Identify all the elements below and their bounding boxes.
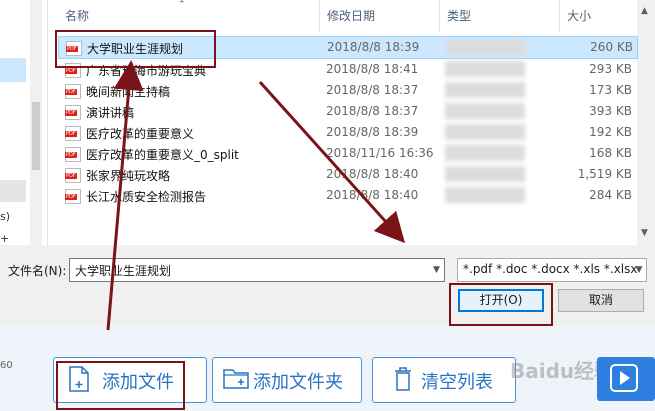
annotation-arrow-up: [106, 60, 144, 331]
annotation-arrows: [106, 60, 406, 331]
annotation-arrow-down: [258, 80, 406, 244]
